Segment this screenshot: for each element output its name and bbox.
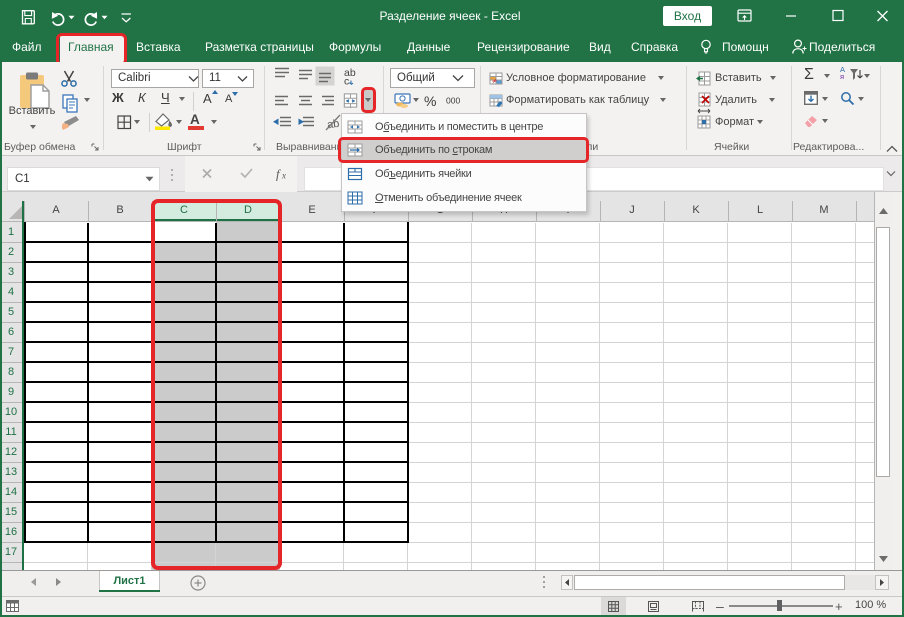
svg-text:ab: ab: [326, 118, 340, 132]
svg-text:000: 000: [446, 96, 460, 106]
svg-text:x: x: [281, 171, 286, 181]
svg-text:f: f: [276, 168, 281, 182]
svg-text:≠: ≠: [492, 76, 497, 85]
svg-text:%: %: [424, 93, 436, 108]
svg-text:c: c: [344, 76, 349, 88]
